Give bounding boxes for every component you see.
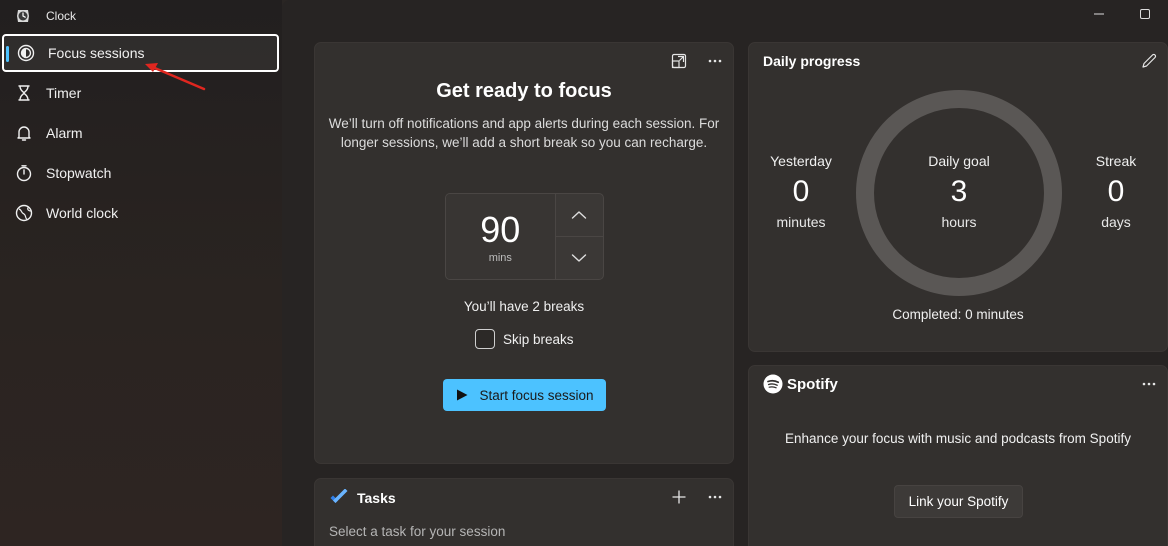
streak-label: Streak (1095, 153, 1137, 169)
stepper-arrows (555, 194, 603, 279)
daily-goal-unit: hours (941, 214, 977, 230)
skip-breaks-label: Skip breaks (503, 331, 574, 347)
streak-stat: Streak 0 days (1061, 153, 1168, 230)
daily-progress-title: Daily progress (763, 53, 861, 69)
completed-text: Completed: 0 minutes (892, 307, 1024, 322)
more-icon (708, 59, 722, 63)
minimize-button[interactable] (1076, 0, 1122, 28)
breaks-text: You’ll have 2 breaks (463, 299, 585, 314)
spotify-card: Spotify Enhance your focus with music an… (748, 365, 1168, 546)
sidebar-item-label: Focus sessions (48, 45, 145, 61)
compact-overlay-icon (671, 53, 687, 69)
spotify-more-button[interactable] (1136, 371, 1162, 397)
hourglass-icon (14, 83, 34, 103)
app-title-bar: Clock (14, 6, 76, 26)
sidebar: Clock Focus sessions Timer Alarm Stopwat… (0, 0, 282, 546)
focus-icon (16, 43, 36, 63)
tasks-title: Tasks (357, 490, 396, 506)
sidebar-item-world-clock[interactable]: World clock (2, 194, 280, 232)
focus-description: We’ll turn off notifications and app ale… (328, 116, 720, 150)
plus-icon (672, 490, 686, 504)
spotify-icon (763, 374, 783, 394)
start-focus-session-label: Start focus session (479, 387, 594, 403)
compact-mode-button[interactable] (666, 48, 692, 74)
todo-check-icon (330, 489, 348, 503)
tasks-header: Tasks (329, 489, 396, 507)
yesterday-label: Yesterday (770, 153, 832, 169)
spotify-description: Enhance your focus with music and podcas… (785, 431, 1131, 446)
link-spotify-button[interactable]: Link your Spotify (894, 485, 1023, 518)
active-indicator (6, 46, 9, 62)
daily-goal-value: 3 (950, 175, 968, 208)
sidebar-item-label: Timer (46, 85, 82, 101)
minutes-stepper[interactable]: 90 mins (445, 193, 604, 280)
start-focus-session-button[interactable]: Start focus session (443, 379, 606, 411)
annotation-arrow-icon (145, 63, 206, 91)
daily-goal-label: Daily goal (928, 153, 990, 169)
sidebar-item-label: Alarm (46, 125, 83, 141)
streak-unit: days (1101, 214, 1131, 230)
pencil-icon (1142, 53, 1157, 68)
task-select-placeholder[interactable]: Select a task for your session (329, 524, 505, 539)
bell-icon (14, 123, 34, 143)
stopwatch-icon (14, 163, 34, 183)
more-icon (708, 495, 722, 499)
skip-breaks-checkbox[interactable] (475, 329, 495, 349)
add-task-button[interactable] (666, 484, 692, 510)
window-controls (1076, 0, 1168, 28)
chevron-up-icon (572, 211, 587, 219)
focus-title: Get ready to focus (436, 80, 612, 102)
focus-card: Get ready to focus We’ll turn off notifi… (314, 42, 734, 464)
sidebar-item-label: Stopwatch (46, 165, 112, 181)
clock-app-icon (14, 7, 32, 25)
tasks-card: Tasks Select a task for your session (314, 478, 734, 546)
maximize-button[interactable] (1122, 0, 1168, 28)
sidebar-item-label: World clock (46, 205, 119, 221)
tasks-more-button[interactable] (702, 484, 728, 510)
sidebar-item-alarm[interactable]: Alarm (2, 114, 280, 152)
edit-goal-button[interactable] (1136, 48, 1162, 74)
more-options-button[interactable] (702, 48, 728, 74)
minutes-unit: mins (488, 251, 512, 264)
daily-goal-stat: Daily goal 3 hours (904, 153, 1014, 230)
spotify-brand: Spotify (787, 375, 838, 393)
increase-button[interactable] (555, 194, 603, 237)
sidebar-item-stopwatch[interactable]: Stopwatch (2, 154, 280, 192)
spotify-logo: Spotify (763, 374, 838, 394)
app-title: Clock (46, 9, 77, 23)
minutes-value: 90 (480, 208, 521, 250)
chevron-down-icon (572, 254, 587, 262)
streak-value: 0 (1107, 175, 1125, 208)
play-icon (457, 389, 468, 401)
more-icon (1142, 382, 1156, 386)
yesterday-unit: minutes (776, 214, 826, 230)
yesterday-stat: Yesterday 0 minutes (746, 153, 856, 230)
yesterday-value: 0 (792, 175, 810, 208)
daily-progress-card: Daily progress Yesterday 0 minutes Daily… (748, 42, 1168, 352)
minutes-input[interactable]: 90 mins (446, 194, 556, 279)
skip-breaks-row[interactable]: Skip breaks (475, 329, 574, 349)
decrease-button[interactable] (556, 237, 603, 279)
globe-icon (14, 203, 34, 223)
